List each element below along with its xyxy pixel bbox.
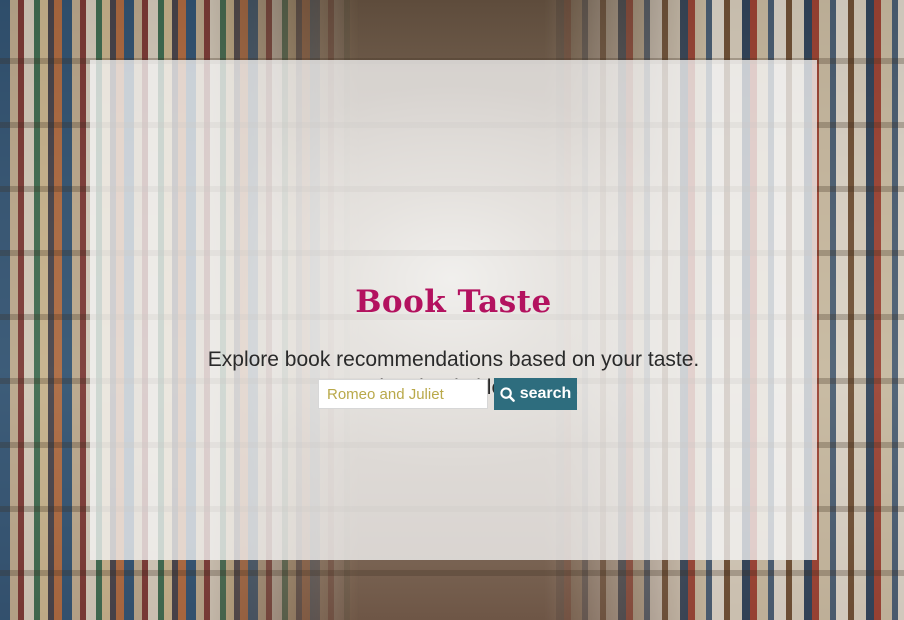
search-icon bbox=[500, 386, 515, 402]
app-logo: Book Taste bbox=[355, 284, 552, 320]
search-button-label: search bbox=[519, 385, 572, 402]
search-form: search bbox=[318, 378, 577, 410]
search-button[interactable]: search bbox=[494, 378, 577, 410]
search-input[interactable] bbox=[318, 379, 488, 409]
hero-panel: Book Taste Explore book recommendations … bbox=[90, 60, 817, 560]
